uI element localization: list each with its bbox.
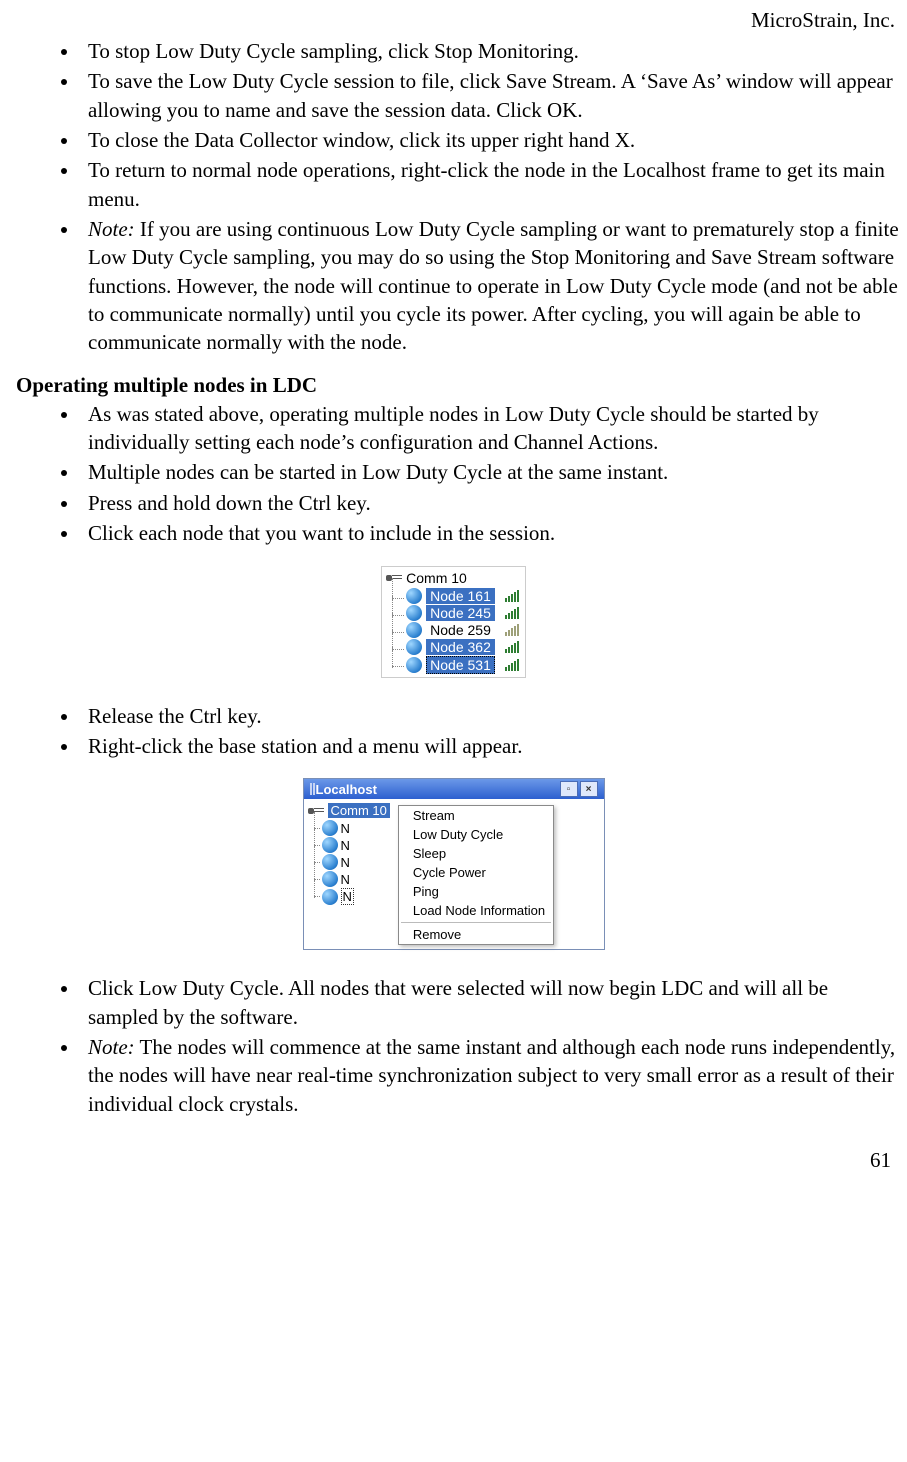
window-titlebar: Localhost ▫ ×: [304, 779, 604, 799]
globe-icon: [406, 622, 422, 638]
globe-icon: [406, 657, 422, 673]
tree-node-label: Node 245: [426, 605, 495, 621]
comm-icon: [308, 805, 324, 817]
window-tree: Comm 10 N N N N N: [308, 803, 390, 905]
list-item: Note: The nodes will commence at the sam…: [80, 1033, 899, 1118]
tree-node-row[interactable]: N: [322, 888, 390, 905]
list-item: To stop Low Duty Cycle sampling, click S…: [80, 37, 899, 65]
bullet-list-1: To stop Low Duty Cycle sampling, click S…: [8, 37, 899, 357]
tree-root[interactable]: Comm 10: [386, 570, 519, 586]
globe-icon: [322, 837, 338, 853]
note-text: The nodes will commence at the same inst…: [88, 1035, 895, 1116]
note-label: Note:: [88, 1035, 135, 1059]
figure-localhost-window: Localhost ▫ × Comm 10 N N N N N Stream: [8, 778, 899, 950]
tree-node-label: Node 259: [426, 622, 495, 638]
window-title: Localhost: [316, 782, 377, 797]
globe-icon: [322, 889, 338, 905]
bullet-list-2: As was stated above, operating multiple …: [8, 400, 899, 548]
globe-icon: [406, 605, 422, 621]
list-item: Multiple nodes can be started in Low Dut…: [80, 458, 899, 486]
tree-node-label: N: [341, 838, 350, 853]
list-item: Right-click the base station and a menu …: [80, 732, 899, 760]
signal-icon: [505, 659, 519, 671]
tree-root-label: Comm 10: [406, 570, 467, 586]
list-item: As was stated above, operating multiple …: [80, 400, 899, 457]
tree-root[interactable]: Comm 10: [308, 803, 390, 818]
list-item: To save the Low Duty Cycle session to fi…: [80, 67, 899, 124]
menu-item-load-node-info[interactable]: Load Node Information: [399, 901, 553, 920]
company-header: MicroStrain, Inc.: [8, 8, 899, 33]
tree-node-label: Node 362: [426, 639, 495, 655]
section-heading-operating-multiple: Operating multiple nodes in LDC: [16, 373, 899, 398]
list-item: Click Low Duty Cycle. All nodes that wer…: [80, 974, 899, 1031]
tree-node-label: N: [341, 821, 350, 836]
localhost-window: Localhost ▫ × Comm 10 N N N N N Stream: [303, 778, 605, 950]
tree-node-row[interactable]: Node 362: [406, 639, 519, 655]
tree-node-label: N: [341, 872, 350, 887]
note-label: Note:: [88, 217, 135, 241]
list-item: To return to normal node operations, rig…: [80, 156, 899, 213]
bullet-list-4: Click Low Duty Cycle. All nodes that wer…: [8, 974, 899, 1118]
close-button[interactable]: ×: [580, 781, 598, 797]
list-item: Click each node that you want to include…: [80, 519, 899, 547]
globe-icon: [322, 871, 338, 887]
list-item: Press and hold down the Ctrl key.: [80, 489, 899, 517]
menu-item-ping[interactable]: Ping: [399, 882, 553, 901]
menu-item-remove[interactable]: Remove: [399, 925, 553, 944]
tree-node-row[interactable]: Node 259: [406, 622, 519, 638]
tree-node-label: Node 531: [426, 656, 495, 674]
signal-icon: [505, 624, 519, 636]
menu-item-sleep[interactable]: Sleep: [399, 844, 553, 863]
comm-icon: [386, 572, 402, 584]
tree-node-row[interactable]: N: [322, 837, 390, 853]
tree-root-label: Comm 10: [328, 803, 390, 818]
signal-icon: [505, 590, 519, 602]
bullet-list-3: Release the Ctrl key. Right-click the ba…: [8, 702, 899, 761]
tree-node-label: N: [341, 855, 350, 870]
tree-node-row[interactable]: N: [322, 820, 390, 836]
tree-node-label: N: [341, 888, 354, 905]
tree-node-row[interactable]: Node 531: [406, 656, 519, 674]
list-item: Note: If you are using continuous Low Du…: [80, 215, 899, 357]
tree-box: Comm 10 Node 161 Node 245 Node 259 Node …: [381, 566, 526, 678]
figure-comm-tree: Comm 10 Node 161 Node 245 Node 259 Node …: [8, 566, 899, 678]
menu-item-cycle-power[interactable]: Cycle Power: [399, 863, 553, 882]
list-item: To close the Data Collector window, clic…: [80, 126, 899, 154]
page-number: 61: [8, 1148, 899, 1173]
grip-icon: [310, 783, 312, 795]
list-item: Release the Ctrl key.: [80, 702, 899, 730]
tree-node-row[interactable]: N: [322, 854, 390, 870]
context-menu: Stream Low Duty Cycle Sleep Cycle Power …: [398, 805, 554, 945]
signal-icon: [505, 607, 519, 619]
globe-icon: [406, 639, 422, 655]
note-text: If you are using continuous Low Duty Cyc…: [88, 217, 899, 354]
signal-icon: [505, 641, 519, 653]
menu-item-stream[interactable]: Stream: [399, 806, 553, 825]
menu-item-low-duty-cycle[interactable]: Low Duty Cycle: [399, 825, 553, 844]
tree-node-row[interactable]: Node 161: [406, 588, 519, 604]
tree-node-row[interactable]: Node 245: [406, 605, 519, 621]
globe-icon: [406, 588, 422, 604]
globe-icon: [322, 854, 338, 870]
minimize-button[interactable]: ▫: [560, 781, 578, 797]
globe-icon: [322, 820, 338, 836]
tree-node-row[interactable]: N: [322, 871, 390, 887]
menu-separator: [401, 922, 551, 923]
tree-node-label: Node 161: [426, 588, 495, 604]
